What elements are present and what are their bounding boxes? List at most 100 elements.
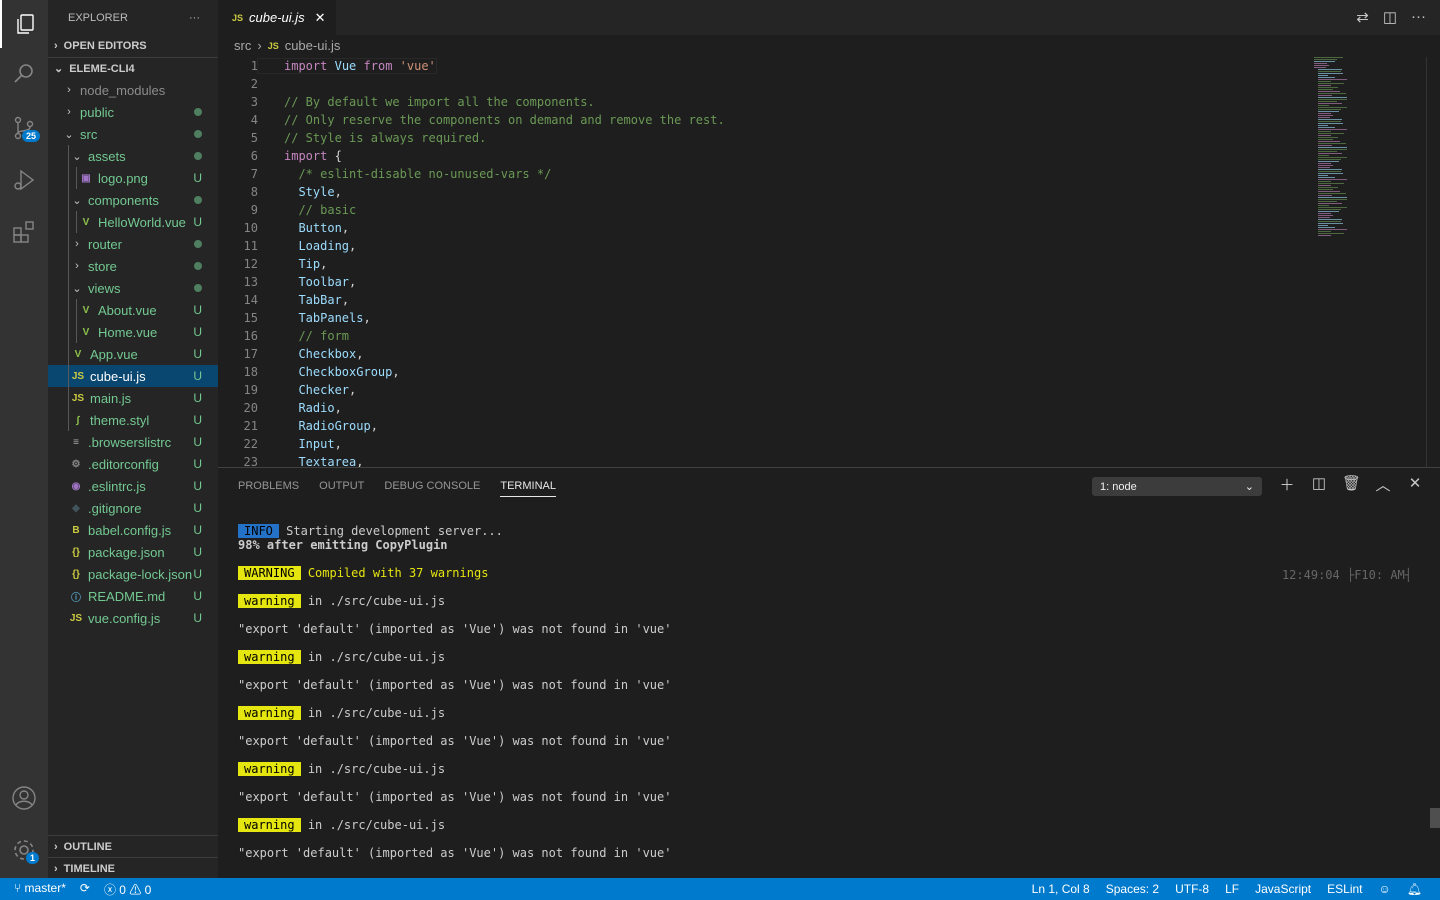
tab-debug-console[interactable]: DEBUG CONSOLE xyxy=(384,480,480,497)
explorer-icon[interactable] xyxy=(0,0,48,48)
minimap-line xyxy=(1318,209,1341,210)
terminal-output[interactable]: INFO Starting development server... 98% a… xyxy=(238,524,671,860)
file-item[interactable]: ◉ .eslintrc.js U xyxy=(48,475,218,497)
close-icon[interactable]: ✕ xyxy=(315,10,326,26)
file-item[interactable]: V Home.vue U xyxy=(48,321,218,343)
code-editor[interactable]: 1 import Vue from 'vue' 2 3// By default we… xyxy=(218,57,1308,471)
vue-file-icon: V xyxy=(74,348,82,360)
file-item[interactable]: {} package.json U xyxy=(48,541,218,563)
folder-item[interactable]: › public xyxy=(48,101,218,123)
file-item[interactable]: ⚙ .editorconfig U xyxy=(48,453,218,475)
breadcrumb-item[interactable]: cube-ui.js xyxy=(285,38,341,53)
folder-item[interactable]: › store xyxy=(48,255,218,277)
split-editor-icon[interactable]: ◫ xyxy=(1383,8,1397,26)
file-item[interactable]: ≡ .browserslistrc U xyxy=(48,431,218,453)
line-number: 11 xyxy=(243,239,258,253)
chevron-down-icon: ⌄ xyxy=(1244,481,1254,493)
file-item[interactable]: V App.vue U xyxy=(48,343,218,365)
eslint-status[interactable]: ESLint xyxy=(1327,882,1362,896)
close-panel-icon[interactable]: ✕ xyxy=(1406,474,1424,495)
account-icon[interactable] xyxy=(0,774,48,822)
folder-item[interactable]: ⌄ views xyxy=(48,277,218,299)
notifications-bell-icon[interactable]: 🔔︎ xyxy=(1407,882,1422,896)
extensions-icon[interactable] xyxy=(0,208,48,256)
line-text: Checkbox, xyxy=(258,347,363,361)
timeline-section[interactable]: › TIMELINE xyxy=(48,857,218,879)
log-level-badge: WARNING xyxy=(238,566,301,580)
more-actions-icon[interactable]: ··· xyxy=(189,12,200,24)
split-terminal-icon[interactable]: ◫ xyxy=(1310,474,1328,495)
indent-guide xyxy=(68,299,69,321)
file-item[interactable]: ∫ theme.styl U xyxy=(48,409,218,431)
outline-section[interactable]: › OUTLINE xyxy=(48,835,218,857)
indent-guide xyxy=(68,145,69,167)
feedback-icon[interactable]: ☺ xyxy=(1379,882,1391,896)
token: RadioGroup xyxy=(298,419,371,433)
minimap-line xyxy=(1318,147,1347,148)
minimap-line xyxy=(1318,185,1331,186)
breadcrumb-item[interactable]: src xyxy=(234,38,251,53)
open-editors-section[interactable]: › OPEN EDITORS xyxy=(48,35,218,57)
encoding[interactable]: UTF-8 xyxy=(1175,882,1209,896)
minimap-line xyxy=(1318,165,1333,166)
problems-indicator[interactable]: ⓧ 0 ⚠ 0 xyxy=(104,881,151,898)
minimap[interactable] xyxy=(1312,57,1424,467)
tab-output[interactable]: OUTPUT xyxy=(319,480,364,497)
file-item[interactable]: {} package-lock.json U xyxy=(48,563,218,585)
folder-item[interactable]: ⌄ assets xyxy=(48,145,218,167)
tab-problems[interactable]: PROBLEMS xyxy=(238,480,299,497)
line-ending[interactable]: LF xyxy=(1225,882,1239,896)
minimap-line xyxy=(1318,167,1330,168)
run-debug-icon[interactable] xyxy=(0,156,48,204)
cursor-position[interactable]: Ln 1, Col 8 xyxy=(1032,882,1090,896)
line-number: 14 xyxy=(243,293,258,307)
minimap-line xyxy=(1314,65,1329,66)
file-item[interactable]: V About.vue U xyxy=(48,299,218,321)
folder-item[interactable]: › node_modules xyxy=(48,79,218,101)
log-level-badge: warning xyxy=(238,818,301,832)
search-icon[interactable] xyxy=(0,50,48,98)
file-item[interactable]: Bbabel.config.js U xyxy=(48,519,218,541)
sync-icon[interactable]: ⟳ xyxy=(80,881,90,898)
language-mode[interactable]: JavaScript xyxy=(1255,882,1311,896)
file-item[interactable]: V HelloWorld.vue U xyxy=(48,211,218,233)
source-control-icon[interactable]: 25 xyxy=(0,104,48,152)
minimap-line xyxy=(1318,193,1346,194)
workspace-root-section[interactable]: ⌄ ELEME-CLI4 xyxy=(48,57,218,79)
terminal-select[interactable]: 1: node ⌄ xyxy=(1092,477,1262,496)
modified-dot xyxy=(194,149,202,163)
file-item[interactable]: JS main.js U xyxy=(48,387,218,409)
folder-item[interactable]: ⌄ src xyxy=(48,123,218,145)
file-item[interactable]: JS cube-ui.js U xyxy=(48,365,218,387)
trash-icon[interactable]: 🗑 xyxy=(1342,474,1361,495)
tab-terminal[interactable]: TERMINAL xyxy=(500,480,556,497)
file-item[interactable]: ▣ logo.png U xyxy=(48,167,218,189)
minimap-line xyxy=(1318,119,1342,120)
compare-changes-icon[interactable]: ⇄ xyxy=(1356,8,1369,26)
folder-item[interactable]: ⌄ components xyxy=(48,189,218,211)
editor-scrollbar[interactable] xyxy=(1426,57,1440,467)
terminal-scrollbar[interactable] xyxy=(1430,808,1440,828)
more-actions-icon[interactable]: ··· xyxy=(1411,8,1426,26)
untracked-status: U xyxy=(193,589,202,603)
tab-cube-ui-js[interactable]: JS cube-ui.js ✕ xyxy=(218,0,336,35)
untracked-status: U xyxy=(193,501,202,515)
branch-indicator[interactable]: ⑂ master* xyxy=(14,881,66,898)
indentation[interactable]: Spaces: 2 xyxy=(1106,882,1159,896)
file-item[interactable]: ⓘ README.md U xyxy=(48,585,218,607)
maximize-panel-icon[interactable]: ︿ xyxy=(1374,474,1392,495)
minimap-line xyxy=(1318,113,1331,114)
panel-tabs: PROBLEMS OUTPUT DEBUG CONSOLE TERMINAL xyxy=(238,480,556,497)
indent-guide xyxy=(68,343,69,365)
settings-gear-icon[interactable]: 1 xyxy=(0,826,48,874)
new-terminal-icon[interactable]: ＋ xyxy=(1278,474,1296,495)
modified-dot xyxy=(194,237,202,251)
file-item[interactable]: ◆ .gitignore U xyxy=(48,497,218,519)
file-item[interactable]: JS vue.config.js U xyxy=(48,607,218,629)
log-level-badge: warning xyxy=(238,762,301,776)
folder-item[interactable]: › router xyxy=(48,233,218,255)
tab-label: cube-ui.js xyxy=(249,10,305,25)
